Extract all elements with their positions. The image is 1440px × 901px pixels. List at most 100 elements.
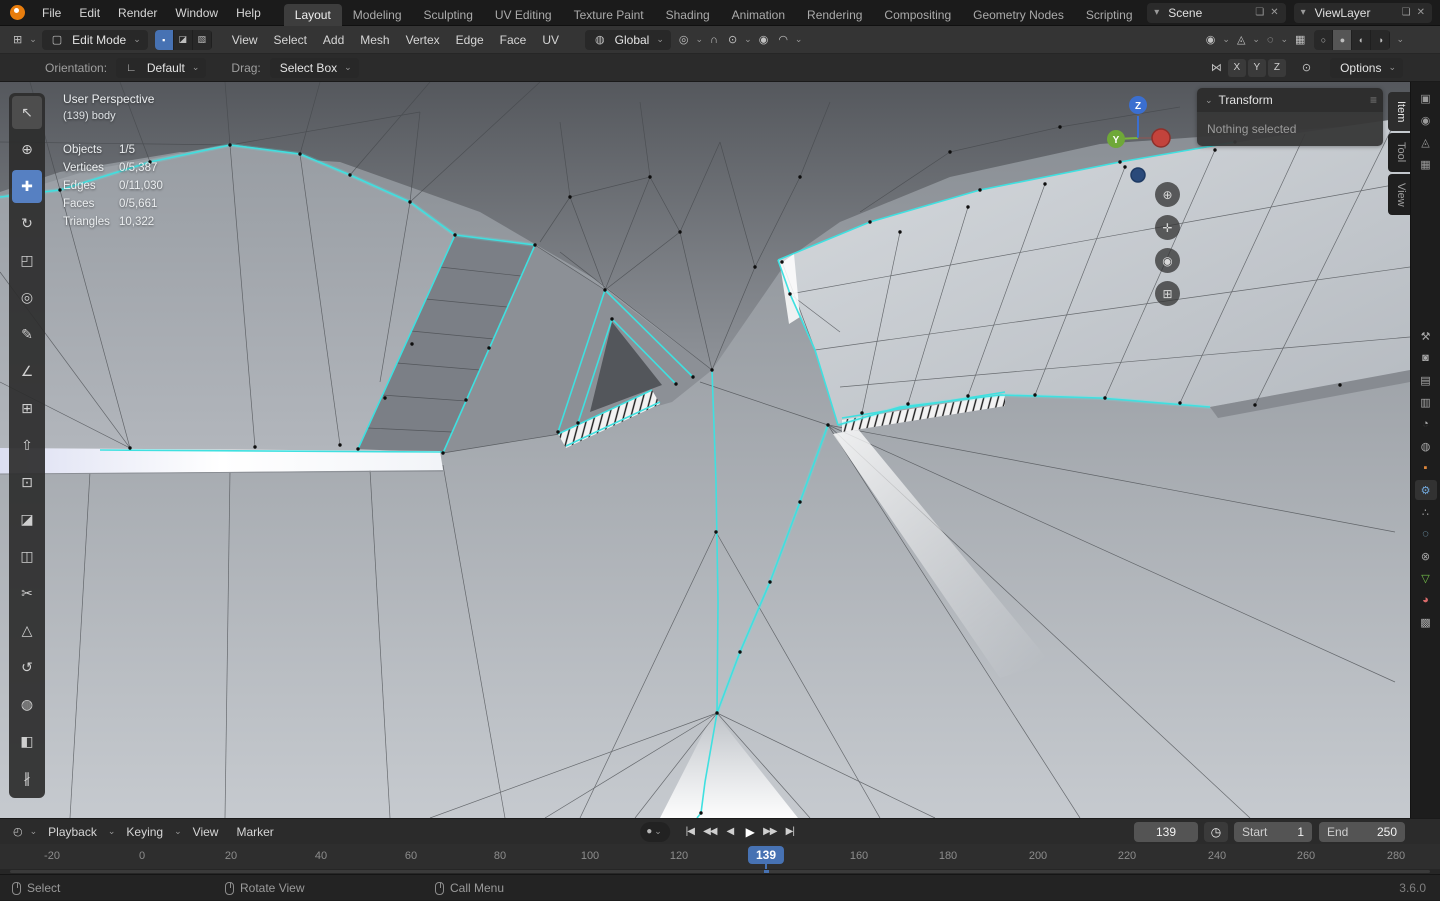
tab-texture[interactable]: ▩	[1415, 612, 1437, 632]
workspace-tab-uv-editing[interactable]: UV Editing	[484, 4, 563, 26]
viewport-canvas[interactable]	[0, 82, 1410, 818]
tab-tool[interactable]: Tool	[1388, 133, 1410, 172]
rotate-tool[interactable]: ↻	[12, 207, 42, 240]
outliner-icon-3[interactable]: ◬	[1415, 132, 1437, 152]
tab-constraints[interactable]: ⊗	[1415, 546, 1437, 566]
edge-slide-tool[interactable]: ◧	[12, 725, 42, 758]
rendered-shading-button[interactable]: ◑	[1371, 29, 1391, 50]
view-layer-selector[interactable]: ▾ ViewLayer ❏ ✕	[1293, 2, 1432, 23]
scale-tool[interactable]: ◰	[12, 244, 42, 277]
proportional-editing-icon[interactable]: ◉	[754, 33, 774, 46]
gizmo-x-axis[interactable]	[1151, 128, 1171, 148]
view-layer-dropdown-icon[interactable]: ▾	[1298, 7, 1309, 18]
workspace-tab-rendering[interactable]: Rendering	[796, 4, 873, 26]
overlays-caret-icon[interactable]: ⌄	[1279, 34, 1291, 45]
edge-select-button[interactable]: ◪	[173, 29, 193, 50]
xray-toggle-icon[interactable]: ▦	[1290, 33, 1310, 46]
pivot-caret-icon[interactable]: ⌄	[693, 34, 705, 45]
menu-marker[interactable]: Marker	[227, 819, 282, 845]
prev-keyframe-icon[interactable]: ◀◀	[700, 822, 720, 842]
view-layer-name[interactable]: ViewLayer	[1309, 6, 1399, 20]
menu-mesh[interactable]: Mesh	[352, 26, 397, 54]
menu-timeline-view[interactable]: View	[184, 819, 228, 845]
jump-to-end-icon[interactable]: ▶|	[780, 822, 800, 842]
bevel-tool[interactable]: ◪	[12, 503, 42, 536]
gizmo-neg-z-axis[interactable]	[1130, 167, 1146, 183]
view-layer-unlink-icon[interactable]: ✕	[1414, 7, 1428, 18]
measure-tool[interactable]: ∠	[12, 355, 42, 388]
workspace-tab-layout[interactable]: Layout	[283, 3, 342, 26]
panel-collapse-icon[interactable]: ⌄	[1203, 95, 1215, 106]
snap-base-icon[interactable]: ⊙	[1297, 61, 1316, 74]
cursor-tool[interactable]: ⊕	[12, 133, 42, 166]
tab-view[interactable]: View	[1388, 173, 1410, 216]
editor-type-caret-icon[interactable]: ⌄	[27, 34, 39, 45]
select-box-tool[interactable]: ↖	[12, 96, 42, 129]
menu-face[interactable]: Face	[492, 26, 535, 54]
mirror-z-button[interactable]: Z	[1267, 58, 1286, 77]
menu-file[interactable]: File	[33, 0, 70, 26]
next-keyframe-icon[interactable]: ▶▶	[760, 822, 780, 842]
transform-tool[interactable]: ◎	[12, 281, 42, 314]
default-orientation-dropdown[interactable]: ∟ Default ⌄	[116, 57, 207, 78]
mirror-y-button[interactable]: Y	[1247, 58, 1266, 77]
tab-particles[interactable]: ∴	[1415, 502, 1437, 522]
workspace-tab-modeling[interactable]: Modeling	[342, 4, 413, 26]
workspace-tab-geometry-nodes[interactable]: Geometry Nodes	[962, 4, 1075, 26]
tab-modifiers[interactable]: ⚙	[1414, 480, 1437, 500]
tab-object-data[interactable]: ▽	[1415, 568, 1437, 588]
timeline-editor-icon[interactable]: ◴	[8, 825, 28, 838]
tab-material[interactable]: ◕	[1415, 590, 1437, 610]
workspace-tab-texture-paint[interactable]: Texture Paint	[563, 4, 655, 26]
timeline-editor-caret-icon[interactable]: ⌄	[28, 826, 40, 837]
extrude-region-tool[interactable]: ⇧	[12, 429, 42, 462]
shading-caret-icon[interactable]: ⌄	[1394, 34, 1406, 45]
use-preview-range-button[interactable]: ◷	[1204, 822, 1228, 842]
panel-menu-icon[interactable]: ≡	[1370, 93, 1377, 107]
tab-item[interactable]: Item	[1388, 92, 1410, 132]
playhead-badge[interactable]: 139	[747, 846, 785, 864]
tab-output[interactable]: ▤	[1415, 370, 1437, 390]
menu-help[interactable]: Help	[227, 0, 270, 26]
tab-object[interactable]: ▪	[1415, 458, 1437, 478]
frame-start-field[interactable]: Start 1	[1234, 822, 1312, 842]
scene-dropdown-icon[interactable]: ▾	[1151, 7, 1162, 18]
tab-render[interactable]: ◙	[1415, 348, 1437, 368]
workspace-tab-animation[interactable]: Animation	[721, 4, 796, 26]
solid-shading-button[interactable]: ●	[1333, 29, 1353, 50]
knife-tool[interactable]: ✂	[12, 577, 42, 610]
menu-edge[interactable]: Edge	[448, 26, 492, 54]
object-visibility-icon[interactable]: ◉	[1201, 33, 1221, 46]
mirror-x-button[interactable]: X	[1227, 58, 1246, 77]
navigation-gizmo[interactable]: Z Y	[1093, 86, 1185, 186]
scene-unlink-icon[interactable]: ✕	[1267, 7, 1281, 18]
frame-end-field[interactable]: End 250	[1319, 822, 1405, 842]
workspace-tab-scripting[interactable]: Scripting	[1075, 4, 1144, 26]
options-dropdown[interactable]: Options ⌄	[1330, 57, 1403, 78]
mode-dropdown[interactable]: ▢ Edit Mode ⌄	[41, 29, 148, 50]
transform-orientation-dropdown[interactable]: ◍ Global ⌄	[585, 29, 671, 50]
snap-magnet-icon[interactable]: ∩	[705, 34, 723, 46]
poly-build-tool[interactable]: △	[12, 614, 42, 647]
menu-edit[interactable]: Edit	[70, 0, 109, 26]
zoom-icon[interactable]: ⊕	[1155, 182, 1180, 207]
add-cube-tool[interactable]: ⊞	[12, 392, 42, 425]
material-shading-button[interactable]: ◐	[1352, 29, 1372, 50]
falloff-caret-icon[interactable]: ⌄	[793, 34, 805, 45]
keying-caret-icon[interactable]: ⌄	[172, 826, 184, 837]
timeline-ruler[interactable]: -20 0 20 40 60 80 100 120 160 180 200 22…	[0, 844, 1440, 874]
menu-add[interactable]: Add	[315, 26, 352, 54]
menu-select[interactable]: Select	[266, 26, 315, 54]
pivot-point-icon[interactable]: ◎	[674, 33, 694, 46]
tab-scene[interactable]: ◔	[1415, 414, 1437, 434]
gizmos-toggle-icon[interactable]: ◬	[1232, 33, 1250, 46]
editor-type-icon[interactable]: ⊞	[8, 33, 27, 46]
workspace-tab-sculpting[interactable]: Sculpting	[413, 4, 484, 26]
outliner-icon-1[interactable]: ▣	[1415, 88, 1437, 108]
face-select-button[interactable]: ▧	[192, 29, 212, 50]
wireframe-shading-button[interactable]: ○	[1314, 29, 1334, 50]
scene-name[interactable]: Scene	[1162, 6, 1252, 20]
pan-icon[interactable]: ✛	[1155, 215, 1180, 240]
jump-to-start-icon[interactable]: |◀	[680, 822, 700, 842]
transform-panel-header[interactable]: ⌄ Transform ≡	[1197, 88, 1383, 112]
